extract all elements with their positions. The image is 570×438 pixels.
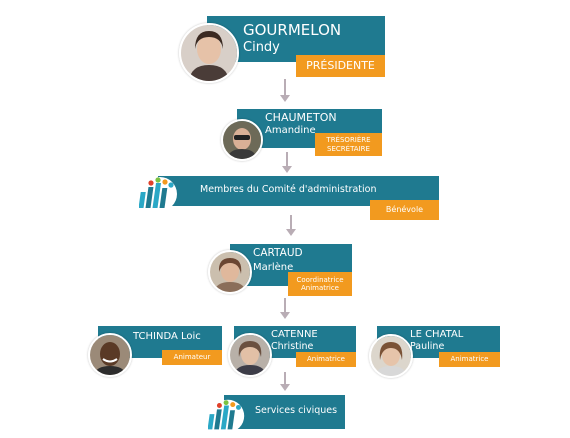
civic-label: Services civiques (255, 405, 338, 416)
arrow-down-icon (282, 152, 292, 173)
coordinator-role-line: Coordinatrice (296, 275, 344, 284)
tchinda-role-line: Animateur (173, 353, 211, 362)
treasurer-avatar (221, 119, 263, 161)
treasurer-first-name: Amandine (265, 125, 316, 136)
lechatal-avatar (369, 334, 413, 378)
catenne-last-name: CATENNE (271, 329, 318, 340)
president-first-name: Cindy (243, 40, 280, 55)
tchinda-label: TCHINDA Loic (133, 331, 201, 342)
arrow-down-icon (286, 215, 296, 236)
arrow-down-icon (280, 298, 290, 319)
president-role-badge: PRÉSIDENTE (296, 55, 385, 77)
catenne-role-line: Animatrice (306, 355, 345, 364)
catenne-avatar (228, 333, 272, 377)
catenne-role-badge: Animatrice (296, 352, 356, 367)
bars-logo-icon (208, 399, 245, 433)
arrow-down-icon (280, 79, 290, 102)
lechatal-first-name: Pauline (410, 341, 445, 352)
lechatal-last-name: LE CHATAL (410, 329, 464, 340)
lechatal-role-line: Animatrice (450, 355, 489, 364)
committee-role-badge: Bénévole (370, 200, 439, 220)
coordinator-role-badge: Coordinatrice Animatrice (288, 272, 352, 296)
treasurer-role-line: TRÉSORIÈRE (326, 136, 371, 145)
tchinda-role-badge: Animateur (162, 350, 222, 365)
president-avatar (179, 23, 239, 83)
arrow-down-icon (280, 372, 290, 391)
coordinator-avatar (208, 250, 252, 294)
committee-label: Membres du Comité d'administration (200, 184, 377, 195)
lechatal-role-badge: Animatrice (439, 352, 500, 367)
coordinator-role-line: Animatrice (300, 284, 339, 292)
president-role-line: PRÉSIDENTE (306, 58, 375, 72)
coordinator-last-name: CARTAUD (253, 247, 303, 259)
bars-logo-icon (139, 177, 177, 211)
tchinda-avatar (88, 333, 132, 377)
treasurer-role-line: SECRÉTAIRE (327, 144, 370, 153)
treasurer-last-name: CHAUMETON (265, 111, 337, 124)
catenne-first-name: Christine (271, 341, 314, 352)
president-last-name: GOURMELON (243, 21, 342, 39)
committee-role-line: Bénévole (385, 205, 424, 215)
treasurer-role-badge: TRÉSORIÈRE SECRÉTAIRE (315, 133, 382, 156)
